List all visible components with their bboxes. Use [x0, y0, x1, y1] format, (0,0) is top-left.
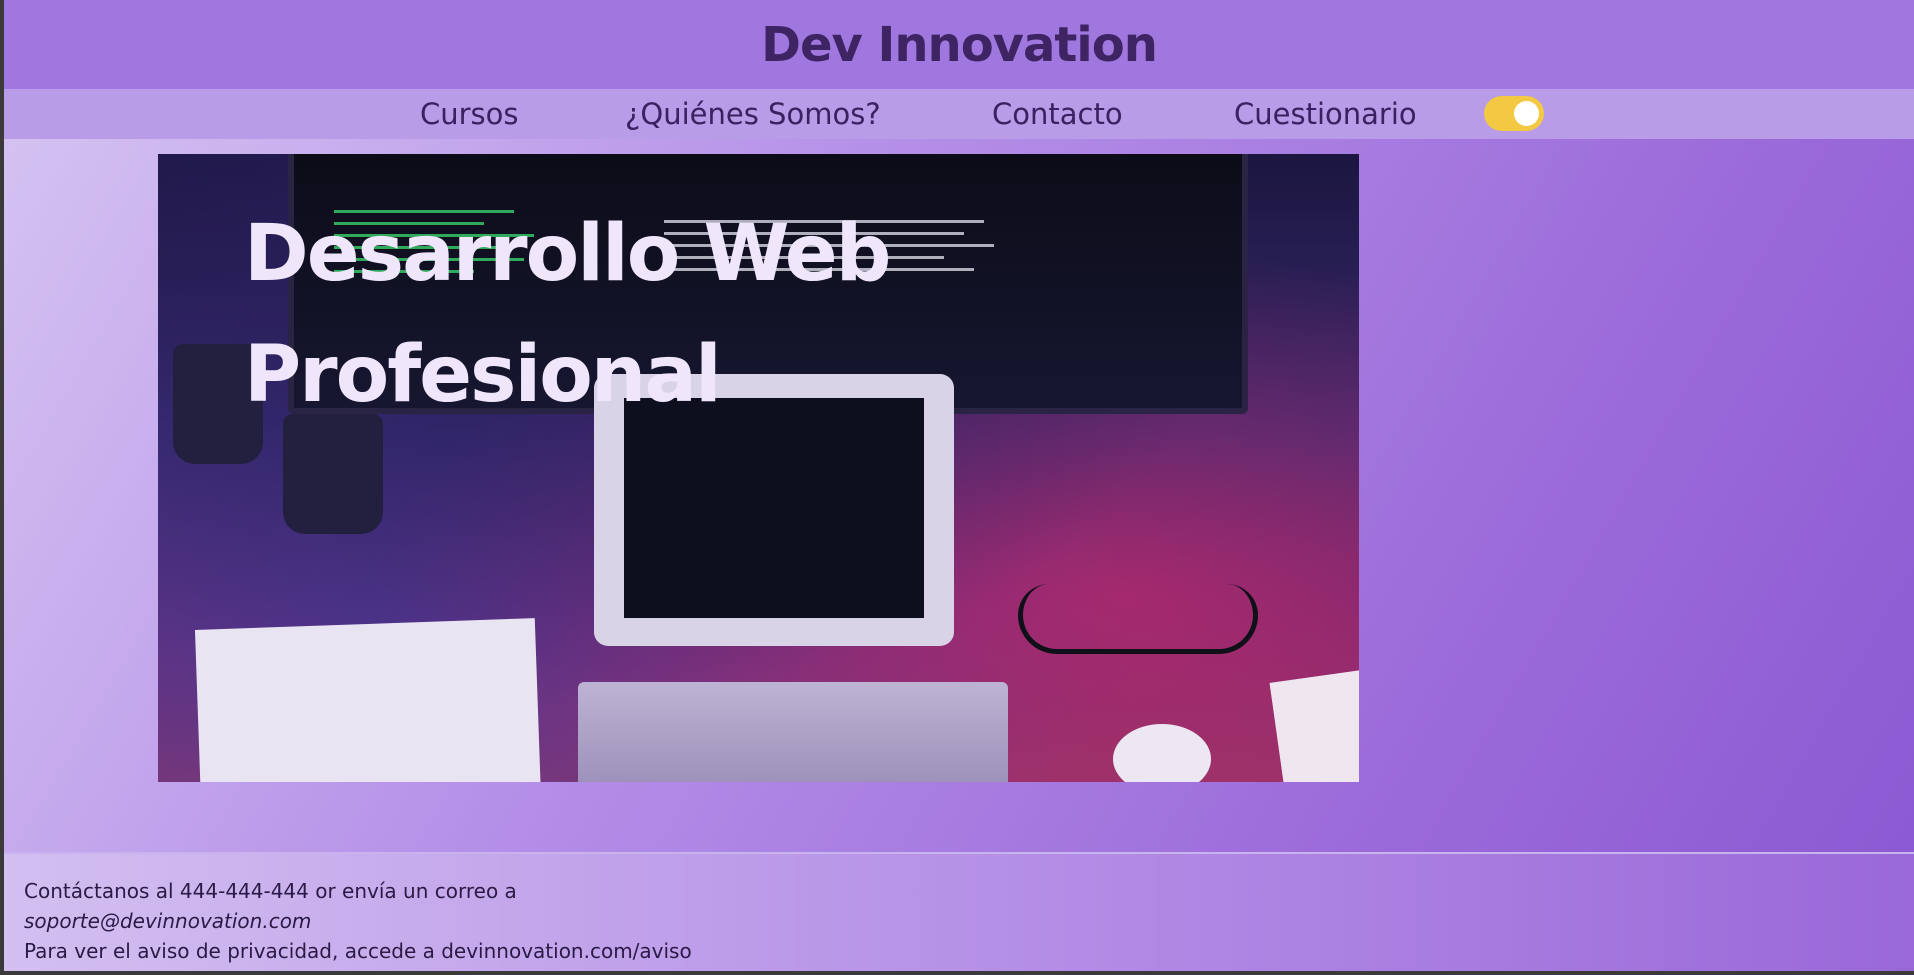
toggle-knob	[1514, 101, 1539, 126]
flowchart-paper-graphic	[194, 618, 542, 782]
site-footer: Contáctanos al 444-444-444 or envía un c…	[4, 852, 1914, 971]
keyboard-graphic	[578, 682, 1008, 782]
page-frame: Dev Innovation Cursos ¿Quiénes Somos? Co…	[4, 0, 1914, 971]
hero-banner: Desarrollo Web Profesional	[158, 154, 1359, 782]
footer-email[interactable]: soporte@devinnovation.com	[24, 906, 1914, 936]
nav-item-cuestionario[interactable]: Cuestionario	[1234, 97, 1417, 131]
site-title: Dev Innovation	[761, 16, 1158, 73]
glasses-graphic	[1018, 584, 1258, 654]
theme-toggle[interactable]	[1484, 96, 1544, 131]
main-nav: Cursos ¿Quiénes Somos? Contacto Cuestion…	[4, 89, 1914, 139]
notebook-graphic	[1269, 666, 1359, 782]
mouse-graphic	[1113, 724, 1211, 782]
nav-item-contacto[interactable]: Contacto	[992, 97, 1123, 131]
hero-title-line1: Desarrollo Web	[244, 209, 891, 299]
hero-title-line2: Profesional	[244, 330, 722, 420]
site-header: Dev Innovation	[4, 0, 1914, 89]
nav-item-quienes-somos[interactable]: ¿Quiénes Somos?	[625, 97, 881, 131]
hero-title: Desarrollo Web Profesional	[244, 194, 944, 436]
footer-contact-line: Contáctanos al 444-444-444 or envía un c…	[24, 879, 517, 903]
footer-privacy-line: Para ver el aviso de privacidad, accede …	[24, 939, 692, 963]
nav-item-cursos[interactable]: Cursos	[420, 97, 519, 131]
